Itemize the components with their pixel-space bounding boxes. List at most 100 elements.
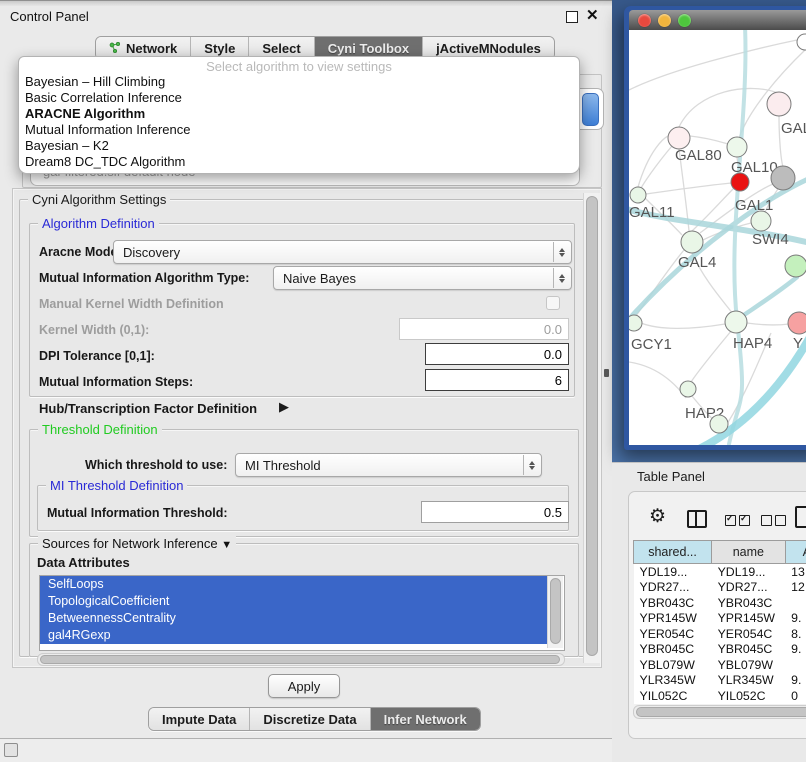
scrollbar-thumb[interactable] [586,196,598,656]
apply-button[interactable]: Apply [268,674,340,698]
table-row[interactable]: YBR045CYBR045C9. [634,642,806,658]
network-node[interactable] [731,173,749,191]
network-edge-thick[interactable] [629,176,806,326]
scrollbar-thumb[interactable] [40,655,560,664]
which-threshold-combo[interactable]: MI Threshold [235,453,542,477]
algorithm-option[interactable]: Basic Correlation Inference [25,90,573,106]
tab-discretize-data[interactable]: Discretize Data [250,708,370,730]
combo-spinner-icon[interactable] [553,268,570,288]
mi-threshold-field[interactable]: 0.5 [421,501,569,523]
attribute-list-item[interactable]: SelfLoops [40,576,548,593]
list-vertical-scrollbar[interactable] [547,576,563,648]
network-node[interactable] [630,187,646,203]
close-traffic-light-icon[interactable] [638,14,651,27]
collapse-arrow-icon[interactable]: ▼ [221,539,232,551]
network-edge[interactable] [679,88,778,127]
scrollbar-thumb[interactable] [550,578,561,644]
horizontal-scrollbar[interactable] [37,653,565,666]
table-row[interactable]: YBL079WYBL079W [634,657,806,673]
network-canvas[interactable]: GALGAL80GAL10GAL1GAL11GAL4SWI4GCY1HAP4YH… [629,30,806,445]
network-edge[interactable] [747,323,789,325]
network-node[interactable] [629,315,642,331]
network-edge-thick[interactable] [729,30,745,444]
kernel-width-field[interactable]: 0.0 [399,318,569,340]
column-header-shared[interactable]: shared... [634,541,712,564]
tab-infer-network[interactable]: Infer Network [371,708,480,730]
splitter-grip[interactable] [604,369,609,377]
table-row[interactable]: YIL052CYIL052C0 [634,688,806,704]
tab-impute-data[interactable]: Impute Data [149,708,250,730]
gear-icon[interactable]: ⚙ [649,507,666,527]
dpi-tolerance-field[interactable]: 0.0 [425,343,569,365]
mi-type-combo[interactable]: Naive Bayes [273,266,572,290]
table-row[interactable]: YPR145WYPR145W9. [634,611,806,627]
network-edge[interactable] [629,362,686,398]
table-row[interactable]: YDR27...YDR27...12 [634,580,806,596]
table-row[interactable]: YDL19...YDL19...13 [634,564,806,580]
deselect-all-icon[interactable] [761,513,786,531]
network-view-window[interactable]: GALGAL80GAL10GAL1GAL11GAL4SWI4GCY1HAP4YH… [624,6,806,450]
network-node[interactable] [680,381,696,397]
attribute-list-item[interactable]: TopologicalCoefficient [40,593,548,610]
algorithm-option[interactable]: Dream8 DC_TDC Algorithm [25,154,573,170]
network-edge[interactable] [641,323,725,328]
network-edge[interactable] [691,330,732,382]
network-edge-thick[interactable] [741,277,797,317]
dpi-tolerance-value: 0.0 [544,347,562,362]
column-header-name[interactable]: name [712,541,786,564]
combo-spinner-focused[interactable] [582,93,599,126]
select-all-icon[interactable] [725,513,750,531]
minimize-traffic-light-icon[interactable] [658,14,671,27]
attribute-list-item[interactable]: BetweennessCentrality [40,610,548,627]
network-node[interactable] [681,231,703,253]
combo-spinner-icon[interactable] [523,455,540,475]
zoom-traffic-light-icon[interactable] [678,14,691,27]
expand-arrow-icon[interactable]: ▶ [279,399,289,415]
table-cell: YPR145W [634,611,712,627]
manual-kernel-checkbox[interactable] [546,296,560,310]
table-cell: 9. [785,642,806,658]
network-node[interactable] [788,312,806,334]
column-header-A[interactable]: A [785,541,806,564]
network-node[interactable] [767,92,791,116]
kernel-width-value: 0.0 [544,322,562,337]
network-node[interactable] [725,311,747,333]
split-view-icon[interactable] [687,510,707,528]
network-node-label: GAL [781,120,806,137]
attribute-list-item[interactable]: gal4RGexp [40,627,548,644]
network-node[interactable] [751,211,771,231]
data-attributes-list[interactable]: SelfLoopsTopologicalCoefficientBetweenne… [39,575,565,651]
network-edge[interactable] [629,40,797,90]
algorithm-option[interactable]: Mutual Information Inference [25,122,573,138]
network-window-titlebar[interactable] [629,10,806,30]
mi-steps-field[interactable]: 6 [425,369,569,391]
network-node[interactable] [727,137,747,157]
settings-vertical-scrollbar[interactable] [583,193,600,663]
combo-spinner-icon[interactable] [553,242,570,262]
table-cell [785,657,806,673]
close-icon[interactable]: ✕ [586,6,599,24]
float-window-icon[interactable] [566,11,578,23]
algorithm-option[interactable]: Bayesian – Hill Climbing [25,74,573,90]
network-edge[interactable] [638,136,668,187]
document-icon[interactable] [795,506,806,528]
aracne-mode-combo[interactable]: Discovery [113,240,572,264]
network-node[interactable] [710,415,728,433]
network-edge[interactable] [690,136,728,144]
algorithm-option[interactable]: Bayesian – K2 [25,138,573,154]
network-node[interactable] [668,127,690,149]
network-node[interactable] [797,34,806,50]
table-horizontal-scrollbar[interactable] [633,705,806,719]
network-node[interactable] [785,255,806,277]
table-row[interactable]: YBR043CYBR043C [634,595,806,611]
mi-threshold-label: Mutual Information Threshold: [47,506,228,520]
scrollbar-thumb[interactable] [636,707,806,717]
network-node[interactable] [771,166,795,190]
network-edge[interactable] [646,183,732,194]
algorithm-option[interactable]: ARACNE Algorithm [25,106,573,122]
table-cell: YBR045C [712,642,786,658]
panel-corner-icon[interactable] [4,743,18,757]
node-attribute-table[interactable]: shared...nameAYDL19...YDL19...13YDR27...… [633,540,806,704]
table-row[interactable]: YLR345WYLR345W9. [634,673,806,689]
table-row[interactable]: YER054CYER054C8. [634,626,806,642]
